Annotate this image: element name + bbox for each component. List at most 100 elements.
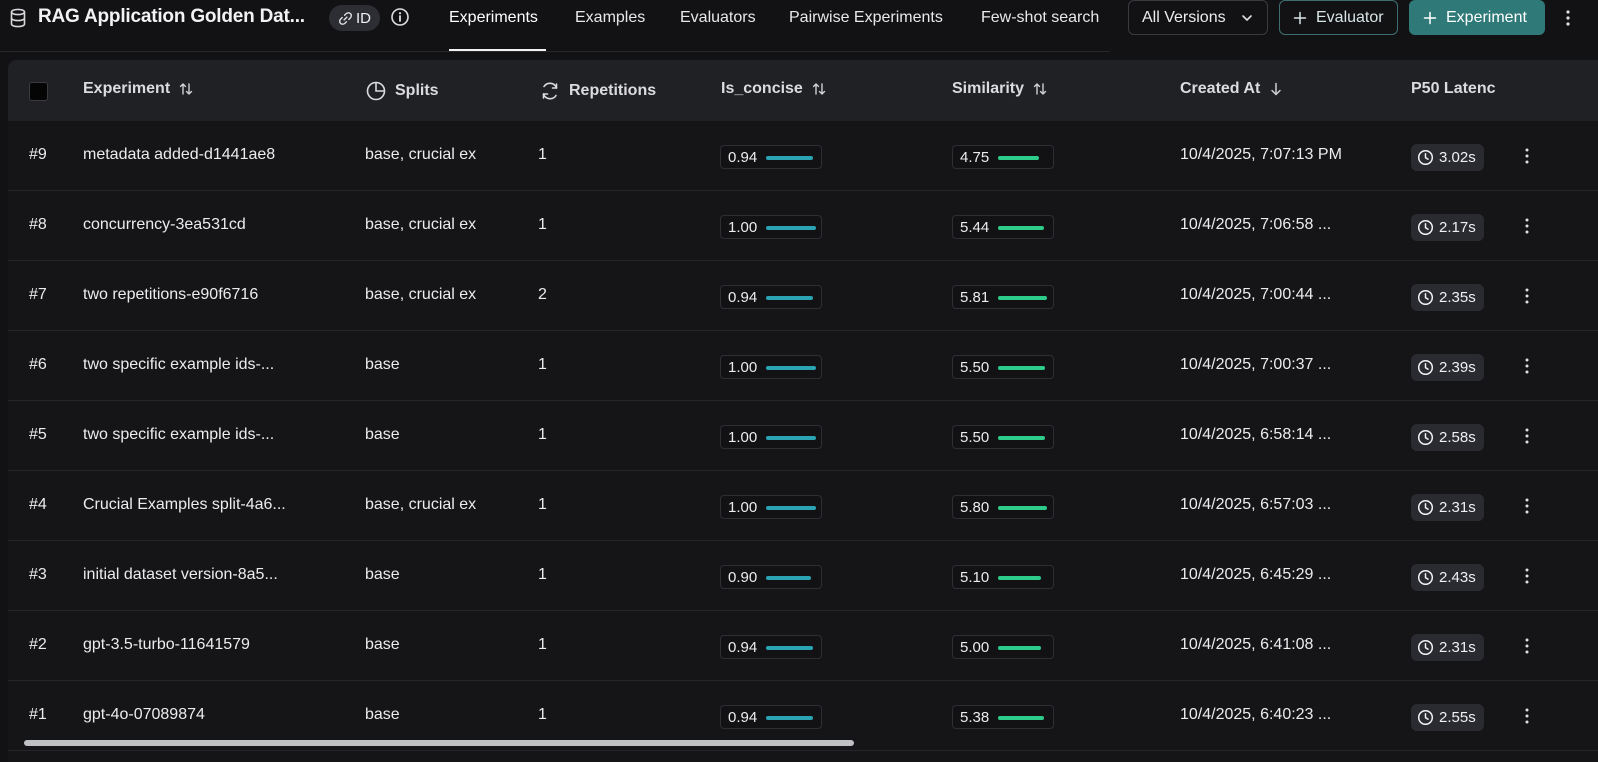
row-actions-icon[interactable] [1521,496,1533,516]
experiments-table: Experiment Splits Repetitions Is_concise [8,60,1598,762]
row-actions-icon[interactable] [1521,566,1533,586]
row-actions-icon[interactable] [1521,426,1533,446]
splits-value: base, crucial ex [365,286,477,303]
tab-experiments[interactable]: Experiments [449,9,538,27]
score-bar [998,296,1048,300]
score-bar-fill [998,366,1045,370]
repetitions-value: 1 [538,356,547,373]
column-header-p50-latency[interactable]: P50 Latenc [1411,80,1495,98]
experiment-name[interactable]: gpt-3.5-turbo-11641579 [83,636,328,654]
add-experiment-button[interactable]: Experiment [1409,0,1545,35]
experiment-number: #1 [29,706,47,723]
experiment-name[interactable]: gpt-4o-07089874 [83,706,328,724]
column-label: Is_concise [721,80,803,97]
clock-icon [1417,569,1434,586]
tab-pairwise-experiments[interactable]: Pairwise Experiments [789,9,943,27]
table-header: Experiment Splits Repetitions Is_concise [8,60,1598,121]
horizontal-scrollbar[interactable] [24,740,854,746]
clock-icon [1417,219,1434,236]
latency-badge: 3.02s [1411,144,1484,171]
dataset-title: RAG Application Golden Dat... [38,6,305,27]
info-icon[interactable] [390,7,410,27]
score-bar-fill [766,296,813,300]
add-evaluator-button[interactable]: Evaluator [1279,0,1398,35]
latency-value: 2.43s [1439,569,1476,586]
column-header-similarity[interactable]: Similarity [952,80,1048,98]
column-header-experiment[interactable]: Experiment [83,80,194,98]
experiment-name[interactable]: metadata added-d1441ae8 [83,146,328,164]
row-actions-icon[interactable] [1521,146,1533,166]
score-bar [998,226,1048,230]
clock-icon [1417,149,1434,166]
repetitions-value: 1 [538,426,547,443]
score-value: 5.81 [960,289,990,306]
table-row[interactable]: #5 two specific example ids-... base 1 1… [8,401,1598,471]
score-value: 0.94 [728,289,758,306]
is-concise-score: 0.94 [720,635,822,659]
column-header-repetitions: Repetitions [539,80,656,102]
table-row[interactable]: #6 two specific example ids-... base 1 1… [8,331,1598,401]
column-header-is-concise[interactable]: Is_concise [721,80,827,98]
splits-value: base, crucial ex [365,146,477,163]
table-row[interactable]: #4 Crucial Examples split-4a6... base, c… [8,471,1598,541]
experiment-name[interactable]: two specific example ids-... [83,426,328,444]
plus-icon [1293,11,1307,24]
latency-value: 2.35s [1439,289,1476,306]
column-header-created-at[interactable]: Created At [1180,80,1284,98]
row-actions-icon[interactable] [1521,636,1533,656]
tab-few-shot-search[interactable]: Few-shot search [981,9,1099,27]
sort-icon[interactable] [1032,81,1048,97]
table-row[interactable]: #9 metadata added-d1441ae8 base, crucial… [8,121,1598,191]
score-value: 5.00 [960,639,990,656]
sort-icon[interactable] [811,81,827,97]
top-bar: RAG Application Golden Dat... ID Experim… [0,0,1598,52]
experiment-name[interactable]: Crucial Examples split-4a6... [83,496,328,514]
latency-badge: 2.31s [1411,634,1484,661]
row-actions-icon[interactable] [1521,356,1533,376]
clock-icon [1417,639,1434,656]
table-row[interactable]: #3 initial dataset version-8a5... base 1… [8,541,1598,611]
experiment-name[interactable]: initial dataset version-8a5... [83,566,328,584]
score-bar [766,156,816,160]
created-at-value: 10/4/2025, 6:45:29 ... [1180,566,1332,583]
tab-evaluators[interactable]: Evaluators [680,9,756,27]
sort-descending-icon[interactable] [1268,81,1284,97]
row-actions-icon[interactable] [1521,216,1533,236]
table-row[interactable]: #7 two repetitions-e90f6716 base, crucia… [8,261,1598,331]
repetitions-value: 1 [538,636,547,653]
chevron-down-icon [1241,14,1252,21]
similarity-score: 4.75 [952,145,1054,169]
splits-value: base [365,706,400,723]
more-options-icon[interactable] [1561,7,1575,29]
clock-icon [1417,709,1434,726]
latency-badge: 2.39s [1411,354,1484,381]
experiment-name[interactable]: two repetitions-e90f6716 [83,286,328,304]
column-label: Experiment [83,80,171,97]
table-row[interactable]: #8 concurrency-3ea531cd base, crucial ex… [8,191,1598,261]
is-concise-score: 0.90 [720,565,822,589]
experiment-name[interactable]: two specific example ids-... [83,356,328,374]
repetitions-value: 1 [538,566,547,583]
sort-icon[interactable] [178,81,194,97]
row-actions-icon[interactable] [1521,286,1533,306]
latency-value: 2.17s [1439,219,1476,236]
is-concise-score: 0.94 [720,285,822,309]
experiment-name[interactable]: concurrency-3ea531cd [83,216,328,234]
created-at-value: 10/4/2025, 6:58:14 ... [1180,426,1332,443]
table-body: #9 metadata added-d1441ae8 base, crucial… [8,121,1598,751]
row-actions-icon[interactable] [1521,706,1533,726]
is-concise-score: 0.94 [720,145,822,169]
copy-id-button[interactable]: ID [329,5,380,31]
table-row[interactable]: #2 gpt-3.5-turbo-11641579 base 1 0.94 5.… [8,611,1598,681]
score-bar-fill [998,576,1041,580]
score-value: 1.00 [728,429,758,446]
latency-value: 2.31s [1439,499,1476,516]
similarity-score: 5.00 [952,635,1054,659]
score-value: 1.00 [728,499,758,516]
score-bar [998,366,1048,370]
repetitions-value: 1 [538,216,547,233]
select-all-checkbox[interactable] [29,82,48,101]
is-concise-score: 0.94 [720,705,822,729]
tab-examples[interactable]: Examples [575,9,645,27]
version-select[interactable]: All Versions [1128,0,1268,35]
